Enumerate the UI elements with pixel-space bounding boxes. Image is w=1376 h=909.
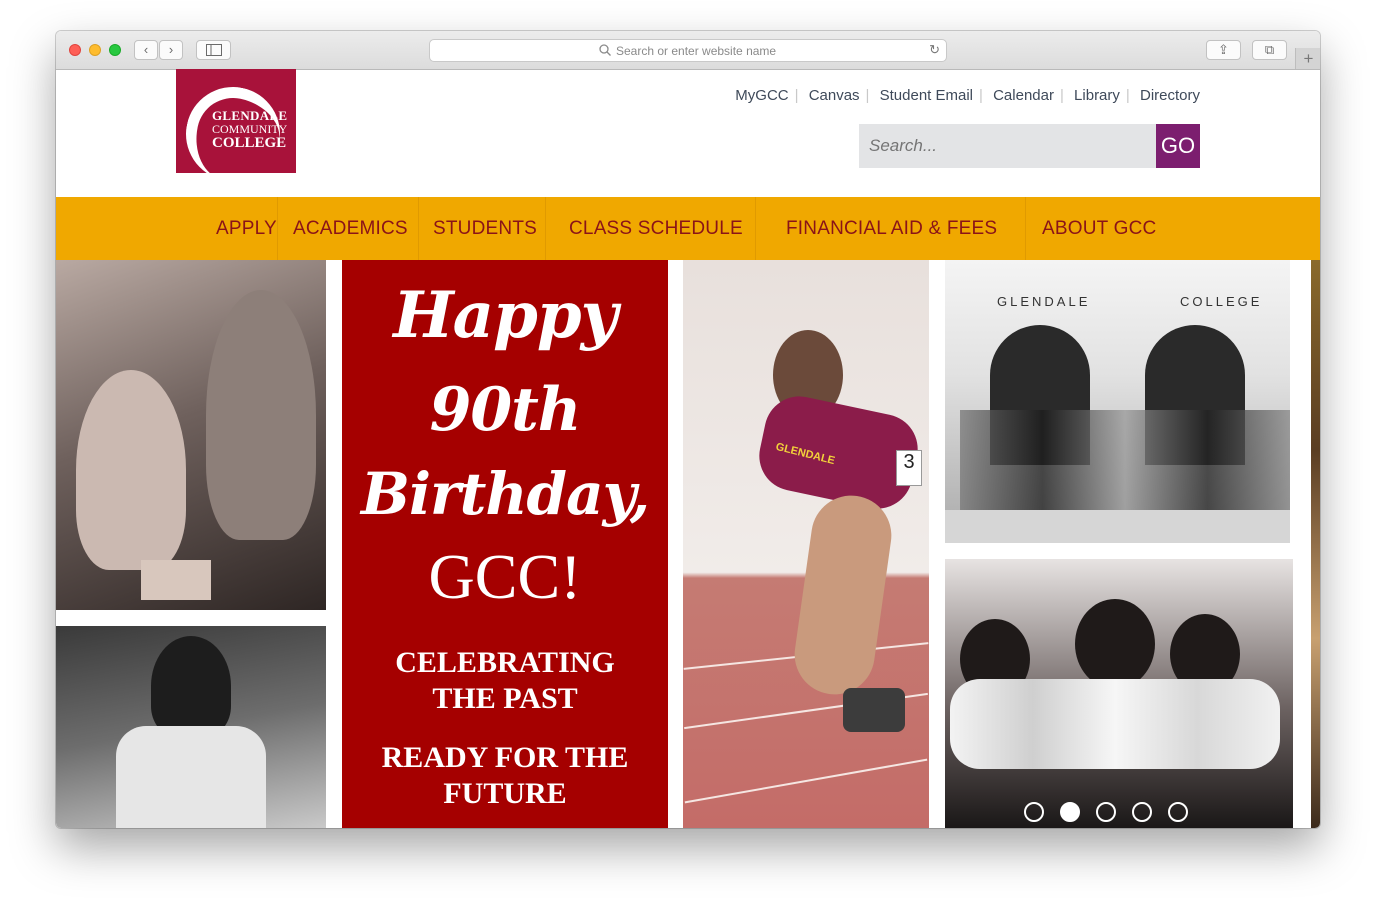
plus-icon: + (1303, 49, 1314, 68)
headline-happy: Happy (393, 278, 618, 353)
forward-icon: › (168, 42, 174, 57)
sidebar-icon (205, 44, 222, 56)
photo-blouses (950, 679, 1280, 769)
link-student-email[interactable]: Student Email (880, 87, 973, 104)
reload-icon[interactable]: ↻ (929, 42, 940, 58)
photo-figure (151, 636, 231, 736)
link-calendar[interactable]: Calendar (993, 87, 1054, 104)
new-tab-button[interactable]: + (1295, 48, 1320, 69)
share-icon: ⇪ (1218, 42, 1229, 57)
main-nav: APPLY ACADEMICS STUDENTS CLASS SCHEDULE … (56, 197, 1320, 260)
share-button[interactable]: ⇪ (1206, 40, 1241, 60)
tabs-icon: ⧉ (1264, 42, 1275, 57)
nav-divider (418, 197, 419, 260)
photo-chemistry-student (56, 626, 326, 828)
photo-sprinter: GLENDALE 3 (683, 260, 929, 828)
photo-figure (76, 370, 186, 570)
nav-divider (545, 197, 546, 260)
sidebar-button[interactable] (196, 40, 231, 60)
back-button[interactable]: ‹ (134, 40, 158, 60)
photo-figure (116, 726, 266, 828)
nav-divider (1025, 197, 1026, 260)
divider: | (1059, 87, 1064, 104)
browser-toolbar: ‹ › Search or enter website name ↻ ⇪ ⧉ + (56, 31, 1320, 70)
hero-slider: Happy 90th Birthday, GCC! CELEBRATING TH… (56, 260, 1320, 828)
tagline-celebrating: CELEBRATING (395, 646, 615, 679)
slider-dot-2-active[interactable] (1060, 802, 1080, 822)
headline-gcc: GCC! (428, 541, 582, 612)
link-canvas[interactable]: Canvas (809, 87, 860, 104)
tagline-future: FUTURE (443, 777, 567, 810)
nav-divider (755, 197, 756, 260)
nav-financial-aid[interactable]: FINANCIAL AID & FEES (786, 197, 997, 260)
logo-line-1: GLENDALE (212, 108, 288, 123)
photo-crowd (960, 410, 1290, 520)
search-go-button[interactable]: GO (1156, 124, 1200, 168)
site-search-input[interactable] (859, 124, 1156, 168)
photo-women-running (945, 559, 1293, 828)
slider-dot-5[interactable] (1168, 802, 1188, 822)
divider: | (1125, 87, 1130, 104)
divider: | (794, 87, 799, 104)
photo-box (141, 560, 211, 600)
logo-line-2: COMMUNITY (212, 122, 288, 136)
logo-line-3: COLLEGE (212, 135, 287, 151)
nav-class-schedule[interactable]: CLASS SCHEDULE (569, 197, 743, 260)
headline-90th: 90th (429, 375, 582, 445)
gcc-logo[interactable]: GLENDALE COMMUNITY COLLEGE (176, 69, 296, 173)
minimize-window-button[interactable] (89, 44, 101, 56)
photo-lab-students (56, 260, 326, 610)
divider: | (865, 87, 870, 104)
browser-window: ‹ › Search or enter website name ↻ ⇪ ⧉ +… (56, 31, 1320, 828)
link-directory[interactable]: Directory (1140, 87, 1200, 104)
slider-dot-3[interactable] (1096, 802, 1116, 822)
nav-about-gcc[interactable]: ABOUT GCC (1042, 197, 1156, 260)
forward-button[interactable]: › (159, 40, 183, 60)
nav-apply[interactable]: APPLY (216, 197, 277, 260)
starting-block (843, 688, 905, 732)
nav-divider (277, 197, 278, 260)
building-sign-left: GLENDALE (997, 294, 1091, 309)
tagline-ready: READY FOR THE (381, 741, 629, 774)
photo-figure (1075, 599, 1155, 689)
building-sign-right: COLLEGE (1180, 294, 1263, 309)
zoom-window-button[interactable] (109, 44, 121, 56)
photo-next-slide-edge (1311, 260, 1320, 828)
tagline-the-past: THE PAST (432, 682, 578, 715)
back-icon: ‹ (143, 42, 149, 57)
building-steps (945, 510, 1290, 543)
birthday-panel: Happy 90th Birthday, GCC! CELEBRATING TH… (342, 260, 668, 828)
runner-legs (789, 490, 897, 700)
nav-academics[interactable]: ACADEMICS (293, 197, 408, 260)
tabs-overview-button[interactable]: ⧉ (1252, 40, 1287, 60)
photo-glendale-college-building: GLENDALE COLLEGE (945, 260, 1290, 543)
headline-birthday: Birthday, (360, 460, 650, 528)
slider-dot-4[interactable] (1132, 802, 1152, 822)
link-mygcc[interactable]: MyGCC (735, 87, 788, 104)
track-lane (684, 758, 928, 804)
nav-students[interactable]: STUDENTS (433, 197, 537, 260)
divider: | (979, 87, 983, 104)
bib-number: 3 (896, 450, 922, 486)
utility-links: MyGCC | Canvas | Student Email | Calendar | … (735, 87, 1200, 104)
address-bar[interactable]: Search or enter website name ↻ (429, 39, 947, 62)
address-bar-placeholder: Search or enter website name (616, 44, 777, 58)
link-library[interactable]: Library (1074, 87, 1120, 104)
search-icon (599, 44, 611, 56)
photo-figure (206, 290, 316, 540)
close-window-button[interactable] (69, 44, 81, 56)
slider-dot-1[interactable] (1024, 802, 1044, 822)
